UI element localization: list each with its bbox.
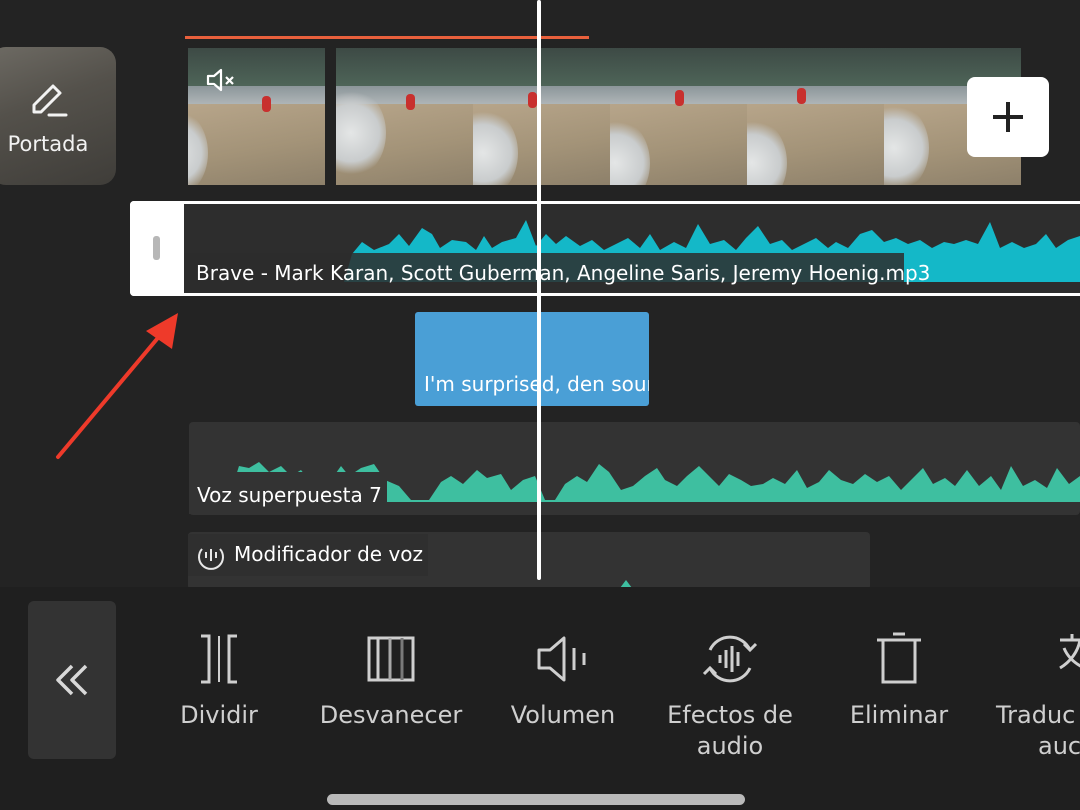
trim-handle-grip (153, 236, 160, 260)
double-chevron-left-icon (56, 664, 88, 696)
translate-icon (1059, 634, 1080, 670)
fade-icon (367, 636, 415, 682)
plus-icon (993, 102, 1023, 132)
voice-modifier-label: Modificador de voz (234, 542, 424, 566)
audio-effects-icon (702, 635, 758, 683)
music-track-label: Brave - Mark Karan, Scott Guberman, Ange… (196, 261, 931, 285)
cover-button[interactable] (0, 47, 116, 185)
tool-split[interactable]: Dividir (168, 630, 270, 731)
video-frame (336, 48, 473, 185)
tool-delete[interactable]: Eliminar (840, 630, 958, 731)
voiceover-track-label: Voz superpuesta 7 (197, 483, 382, 507)
video-frame (747, 48, 884, 185)
split-icon (201, 634, 237, 684)
mute-icon[interactable] (205, 66, 239, 94)
add-clip-button[interactable] (967, 77, 1049, 157)
tool-split-label: Dividir (180, 701, 258, 729)
tool-fade[interactable]: Desvanecer (306, 630, 476, 731)
back-button[interactable] (28, 601, 116, 759)
video-frame (610, 48, 747, 185)
video-frame (473, 48, 610, 185)
tool-audio-effects[interactable]: Efectos de audio (652, 630, 808, 762)
tool-volume-label: Volumen (510, 701, 616, 729)
render-progress-line (185, 36, 589, 39)
annotation-arrow (56, 313, 178, 459)
playhead[interactable] (537, 0, 541, 580)
tool-audio-effects-label: Efectos de audio (667, 701, 793, 760)
tool-delete-label: Eliminar (849, 701, 949, 729)
pencil-icon (32, 84, 68, 117)
volume-icon (537, 636, 586, 682)
tool-translate-audio-label: Traduc auc (996, 701, 1080, 760)
delete-icon (877, 632, 921, 684)
tool-fade-label: Desvanecer (319, 701, 463, 729)
tool-volume[interactable]: Volumen (500, 630, 626, 731)
home-indicator (327, 794, 745, 805)
cover-label: Portada (7, 132, 89, 156)
video-clip-strip[interactable] (188, 48, 1080, 185)
tool-translate-audio[interactable]: Traduc auc (992, 630, 1080, 762)
voice-modifier-icon (198, 548, 224, 570)
